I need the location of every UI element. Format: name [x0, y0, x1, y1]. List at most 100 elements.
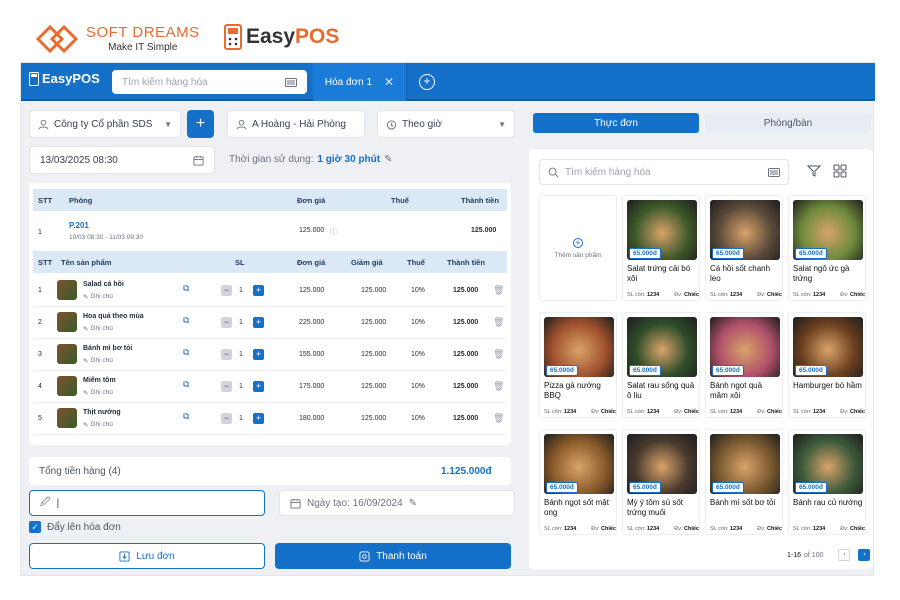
info-icon[interactable]: ⓘ	[330, 227, 337, 237]
room-name: P.201	[69, 221, 89, 230]
menu-search-input[interactable]: Tìm kiếm hàng hóa	[539, 159, 789, 185]
decrease-qty-button[interactable]: −	[221, 349, 232, 360]
qty-value[interactable]: 1	[239, 415, 243, 422]
increase-qty-button[interactable]: +	[253, 285, 264, 296]
barcode-icon[interactable]	[768, 167, 780, 177]
menu-item-card[interactable]: 65.000đ Salat ngô ức gà trứng SL còn: 12…	[788, 195, 866, 301]
copy-icon[interactable]: ⧉	[183, 283, 189, 294]
staff-select[interactable]: A Hoàng - Hải Phòng	[227, 110, 365, 138]
grid-view-icon[interactable]	[833, 164, 847, 178]
product-thumbnail	[57, 344, 77, 364]
pay-button[interactable]: Thanh toán	[275, 543, 511, 569]
checkbox[interactable]: ✓	[29, 521, 41, 533]
tab-menu[interactable]: Thực đơn	[533, 113, 699, 133]
product-note[interactable]: ✎ Ghi chú	[83, 325, 113, 333]
push-invoice-option[interactable]: ✓ Đẩy lên hóa đơn	[29, 521, 121, 533]
increase-qty-button[interactable]: +	[253, 413, 264, 424]
row-price: 225.000	[299, 319, 325, 326]
decrease-qty-button[interactable]: −	[221, 381, 232, 392]
unit-label: Đv:	[591, 409, 600, 415]
barcode-icon[interactable]	[285, 77, 297, 87]
stock-value: 1234	[646, 409, 660, 415]
menu-item-card[interactable]: 65.000đ Salat trứng cải bó xôi SL còn: 1…	[622, 195, 700, 301]
qty-value[interactable]: 1	[239, 287, 243, 294]
trash-icon[interactable]: 🗑	[493, 349, 504, 360]
row-discount: 125.000	[361, 351, 387, 358]
table-row[interactable]: 4 Miếm tôm ✎ Ghi chú ⧉ − 1 + 175.000 125.…	[33, 371, 507, 403]
customer-select[interactable]: Công ty Cổ phần SDS ▼	[29, 110, 181, 138]
menu-item-card[interactable]: 65.000đ Cá hồi sốt chanh leo SL còn: 123…	[705, 195, 783, 301]
calendar-icon[interactable]	[193, 155, 204, 166]
note-input[interactable]: 🖉 |	[29, 490, 265, 516]
increase-qty-button[interactable]: +	[253, 317, 264, 328]
menu-item-card[interactable]: 65.000đ Bánh rau củ nướng SL còn: 1234 Đ…	[788, 429, 866, 535]
increase-qty-button[interactable]: +	[253, 381, 264, 392]
header-total: Thành tiền	[447, 258, 485, 267]
table-row[interactable]: 2 Hoa quả theo mùa ✎ Ghi chú ⧉ − 1 + 225.…	[33, 307, 507, 339]
pagination: 1-16 of 100 ‹ ›	[787, 549, 871, 561]
staff-name: A Hoàng - Hải Phòng	[252, 118, 346, 130]
edit-icon[interactable]: ✎	[409, 498, 417, 509]
trash-icon[interactable]: 🗑	[493, 285, 504, 296]
stock-label: SL còn:	[710, 526, 729, 532]
qty-value[interactable]: 1	[239, 383, 243, 390]
product-name: Salad cá hồi	[83, 281, 124, 288]
created-date: Ngày tạo: 16/09/2024 ✎	[279, 490, 515, 516]
menu-item-card[interactable]: 65.000đ Bánh ngọt sốt mật ong SL còn: 12…	[539, 429, 617, 535]
qty-value[interactable]: 1	[239, 319, 243, 326]
trash-icon[interactable]: 🗑	[493, 413, 504, 424]
table-row[interactable]: 1 Salad cá hồi ✎ Ghi chú ⧉ − 1 + 125.000 …	[33, 275, 507, 307]
room-row[interactable]: 1 P.201 10/03 08:30 - 11/03 09:30 125.00…	[33, 213, 507, 249]
product-note[interactable]: ✎ Ghi chú	[83, 389, 113, 397]
menu-item-card[interactable]: 65.000đ Hamburger bò hầm SL còn: 1234 Đv…	[788, 312, 866, 418]
download-icon	[119, 550, 130, 562]
edit-icon[interactable]: ✎	[384, 154, 392, 165]
product-search-input[interactable]: Tìm kiếm hàng hóa	[112, 70, 307, 94]
add-product-card[interactable]: + Thêm sản phẩm	[539, 195, 617, 301]
decrease-qty-button[interactable]: −	[221, 317, 232, 328]
table-row[interactable]: 3 Bánh mì bơ tỏi ✎ Ghi chú ⧉ − 1 + 155.00…	[33, 339, 507, 371]
stock-label: SL còn:	[710, 292, 729, 298]
menu-item-meta: SL còn: 1234 Đv: Chiếc	[627, 409, 699, 415]
trash-icon[interactable]: 🗑	[493, 317, 504, 328]
menu-item-card[interactable]: 65.000đ Bánh mì sốt bơ tỏi SL còn: 1234 …	[705, 429, 783, 535]
product-note[interactable]: ✎ Ghi chú	[83, 293, 113, 301]
customer-name: Công ty Cổ phần SDS	[54, 118, 153, 130]
save-order-button[interactable]: Lưu đơn	[29, 543, 265, 569]
menu-item-card[interactable]: 65.000đ Mỳ ý tôm sú sốt trứng muối SL cò…	[622, 429, 700, 535]
add-invoice-button[interactable]: +	[419, 74, 435, 90]
increase-qty-button[interactable]: +	[253, 349, 264, 360]
copy-icon[interactable]: ⧉	[183, 347, 189, 358]
billing-mode-select[interactable]: Theo giờ ▼	[377, 110, 515, 138]
paperclip-icon: 🖉	[40, 496, 51, 508]
push-invoice-label: Đẩy lên hóa đơn	[47, 521, 121, 533]
unit-label: Đv:	[674, 292, 683, 298]
menu-item-meta: SL còn: 1234 Đv: Chiếc	[544, 526, 616, 532]
copy-icon[interactable]: ⧉	[183, 411, 189, 422]
softdreams-tagline: Make IT Simple	[108, 42, 178, 53]
decrease-qty-button[interactable]: −	[221, 413, 232, 424]
edit-icon: ✎	[83, 390, 89, 397]
invoice-tab[interactable]: Hóa đơn 1 ✕	[313, 63, 407, 101]
close-icon[interactable]: ✕	[384, 75, 394, 89]
next-page-button[interactable]: ›	[858, 549, 871, 561]
trash-icon[interactable]: 🗑	[493, 381, 504, 392]
stock-label: SL còn:	[710, 409, 729, 415]
menu-item-card[interactable]: 65.000đ Pizza gà nướng BBQ SL còn: 1234 …	[539, 312, 617, 418]
qty-value[interactable]: 1	[239, 351, 243, 358]
user-icon	[38, 119, 49, 129]
product-note[interactable]: ✎ Ghi chú	[83, 357, 113, 365]
table-row[interactable]: 5 Thịt nướng ✎ Ghi chú ⧉ − 1 + 180.000 12…	[33, 403, 507, 435]
copy-icon[interactable]: ⧉	[183, 315, 189, 326]
menu-item-card[interactable]: 65.000đ Bánh ngọt quả mâm xôi SL còn: 12…	[705, 312, 783, 418]
product-note[interactable]: ✎ Ghi chú	[83, 421, 113, 429]
copy-icon[interactable]: ⧉	[183, 379, 189, 390]
row-tax: 10%	[411, 415, 426, 422]
prev-page-button[interactable]: ‹	[838, 549, 851, 561]
menu-item-card[interactable]: 65.000đ Salat rau sống quả ô liu SL còn:…	[622, 312, 700, 418]
tab-room[interactable]: Phòng/bàn	[705, 113, 871, 133]
add-customer-button[interactable]: +	[187, 110, 214, 138]
filter-icon[interactable]	[807, 164, 821, 178]
datetime-picker[interactable]: 13/03/2025 08:30	[29, 146, 215, 174]
decrease-qty-button[interactable]: −	[221, 285, 232, 296]
